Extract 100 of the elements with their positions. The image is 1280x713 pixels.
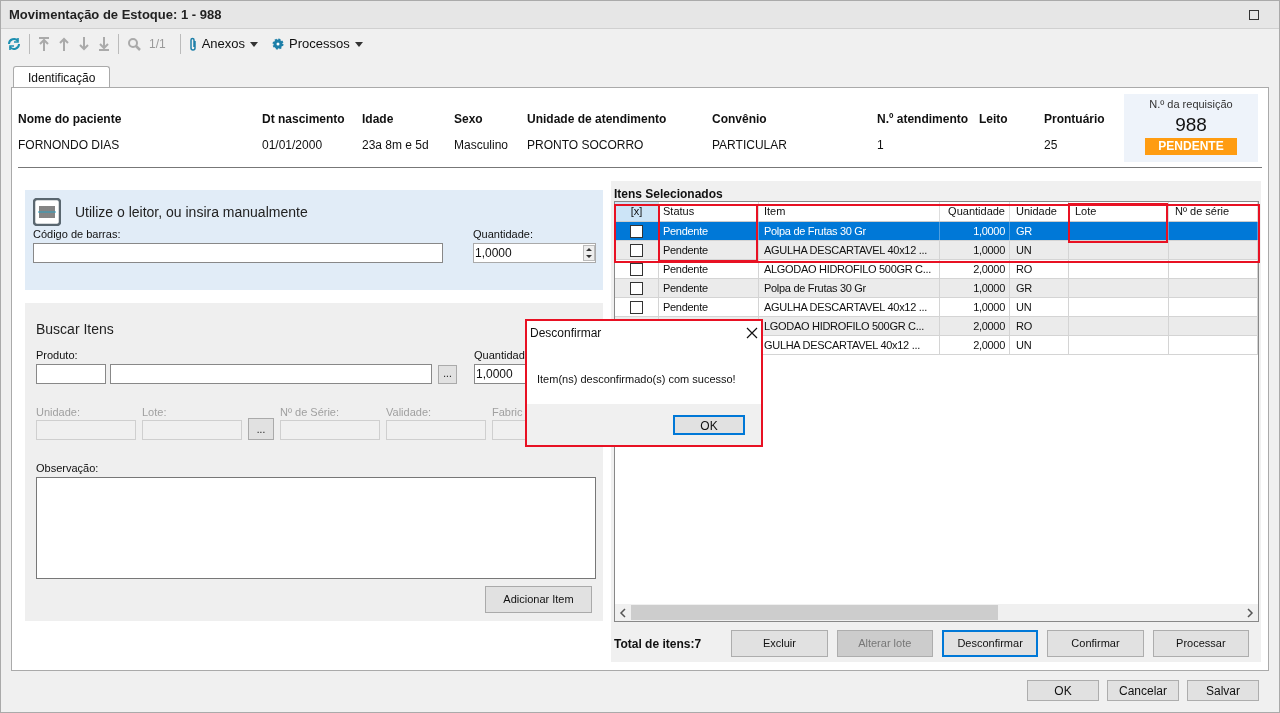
- panel-title: Utilize o leitor, ou insira manualmente: [75, 202, 308, 222]
- action-button[interactable]: Excluir: [731, 630, 828, 657]
- field-label: Validade:: [386, 404, 433, 420]
- table-cell: ALGODAO HIDROFILO 500GR C...: [759, 260, 940, 278]
- field-label: Quantidad: [474, 348, 526, 363]
- window-title: Movimentação de Estoque: 1 - 988: [9, 5, 222, 24]
- horizontal-scrollbar[interactable]: [615, 604, 1258, 621]
- field-label: Quantidade:: [473, 227, 534, 242]
- dialog-title: Desconfirmar: [530, 325, 602, 342]
- table-cell: AGULHA DESCARTAVEL 40x12 ...: [759, 241, 940, 259]
- browse-button[interactable]: ...: [438, 364, 457, 384]
- table-cell: 2,0000: [940, 317, 1010, 335]
- product-name-field[interactable]: [110, 363, 432, 384]
- grid-title: Itens Selecionados: [614, 186, 724, 201]
- table-cell: Pendente: [659, 260, 759, 278]
- table-row[interactable]: Pendente Polpa de Frutas 30 Gr 1,0000 GR: [615, 279, 1258, 298]
- up-arrow-icon[interactable]: [58, 37, 70, 51]
- total-count: Total de itens:7: [614, 635, 703, 653]
- table-cell: 2,0000: [940, 336, 1010, 354]
- field-label: Nome do paciente: [18, 111, 122, 128]
- toolbar-menu[interactable]: Anexos: [188, 34, 259, 54]
- barcode-field[interactable]: [33, 242, 443, 263]
- action-button[interactable]: Processar: [1152, 630, 1249, 657]
- down-arrow-icon[interactable]: [78, 37, 90, 51]
- gear-icon: [272, 38, 285, 50]
- barcode-icon: [33, 198, 61, 226]
- first-arrow-icon[interactable]: [38, 37, 50, 51]
- field-label: Código de barras:: [33, 227, 122, 242]
- table-cell: AGULHA DESCARTAVEL 40x12 ...: [759, 298, 940, 316]
- field-label: Prontuário: [1044, 111, 1105, 128]
- table-cell: Pendente: [659, 298, 759, 316]
- field-label: Unidade de atendimento: [527, 111, 667, 128]
- table-cell: UN: [1010, 336, 1069, 354]
- action-button[interactable]: Desconfirmar: [941, 630, 1039, 657]
- table-cell: RO: [1010, 260, 1069, 278]
- panel-title: Buscar Itens: [36, 320, 114, 339]
- field-label: Sexo: [454, 111, 484, 128]
- table-cell: UN: [1010, 298, 1069, 316]
- table-cell: Polpa de Frutas 30 Gr: [759, 222, 940, 240]
- dialog-message: Item(ns) desconfirmado(s) com sucesso!: [536, 372, 737, 387]
- close-icon[interactable]: [746, 327, 758, 339]
- table-cell: Pendente: [659, 279, 759, 297]
- maximize-button[interactable]: [1249, 9, 1259, 20]
- table-row[interactable]: Pendente Polpa de Frutas 30 Gr 1,0000 GR: [615, 222, 1258, 241]
- field-value: 23a 8m e 5d: [362, 137, 429, 154]
- search-icon[interactable]: [127, 37, 141, 51]
- status-badge: PENDENTE: [1145, 137, 1237, 155]
- checkbox[interactable]: [630, 224, 643, 238]
- ok-button[interactable]: OK: [673, 414, 745, 435]
- product-code-field[interactable]: [36, 363, 106, 384]
- field-value: FORNONDO DIAS: [18, 137, 121, 154]
- add-item-button[interactable]: Adicionar Item: [485, 585, 592, 613]
- table-cell: 1,0000: [940, 222, 1010, 240]
- scroll-thumb[interactable]: [631, 605, 998, 620]
- field-label: Fabric: [492, 404, 524, 420]
- field-label: Observação:: [36, 461, 100, 476]
- requisition-number: 988: [1175, 113, 1207, 136]
- observation-field[interactable]: [36, 476, 596, 579]
- field-value: 25: [1044, 137, 1059, 154]
- last-arrow-icon[interactable]: [98, 37, 110, 51]
- footer-button[interactable]: Cancelar: [1107, 680, 1179, 701]
- footer-button[interactable]: Salvar: [1187, 680, 1259, 701]
- table-cell: UN: [1010, 241, 1069, 259]
- page-counter: 1/1: [149, 36, 166, 53]
- table-cell: Pendente: [659, 222, 759, 240]
- quantity-spinner[interactable]: 1,0000: [473, 242, 596, 263]
- paperclip-icon: [188, 37, 197, 51]
- checkbox[interactable]: [630, 243, 643, 257]
- field-value: PARTICULAR: [712, 137, 787, 154]
- field-value: PRONTO SOCORRO: [527, 137, 645, 154]
- refresh-icon[interactable]: [7, 37, 21, 51]
- field-label: Produto:: [36, 348, 79, 363]
- table-cell: Pendente: [659, 241, 759, 259]
- footer-button[interactable]: OK: [1027, 680, 1099, 701]
- field-label: Idade: [362, 111, 395, 128]
- table-row[interactable]: Pendente AGULHA DESCARTAVEL 40x12 ... 1,0000 UN: [615, 241, 1258, 260]
- spin-arrows-icon[interactable]: [583, 244, 595, 261]
- checkbox[interactable]: [630, 281, 643, 295]
- requisition-label: N.º da requisição: [1149, 97, 1233, 112]
- table-cell: GR: [1010, 279, 1069, 297]
- table-cell: 1,0000: [940, 279, 1010, 297]
- table-cell: RO: [1010, 317, 1069, 335]
- field-label: Convênio: [712, 111, 768, 128]
- table-cell: 1,0000: [940, 241, 1010, 259]
- field-label: N.º atendimento: [877, 111, 969, 128]
- field-value: 01/01/2000: [262, 137, 324, 154]
- field-label: Unidade:: [36, 404, 82, 420]
- field-label: Lote:: [142, 404, 168, 420]
- toolbar-menu[interactable]: Processos: [272, 34, 363, 54]
- field-value: 1: [877, 137, 885, 154]
- field-label: Nº de Série:: [280, 404, 341, 420]
- field-value: Masculino: [454, 137, 509, 154]
- table-cell: GR: [1010, 222, 1069, 240]
- field-label: Leito: [979, 111, 1008, 128]
- field-label: Dt nascimento: [262, 111, 345, 128]
- tab[interactable]: Identificação: [13, 66, 111, 88]
- table-row[interactable]: Pendente AGULHA DESCARTAVEL 40x12 ... 1,0000 UN: [615, 298, 1258, 317]
- table-cell: 1,0000: [940, 298, 1010, 316]
- action-button[interactable]: Confirmar: [1047, 630, 1144, 657]
- checkbox[interactable]: [630, 300, 643, 314]
